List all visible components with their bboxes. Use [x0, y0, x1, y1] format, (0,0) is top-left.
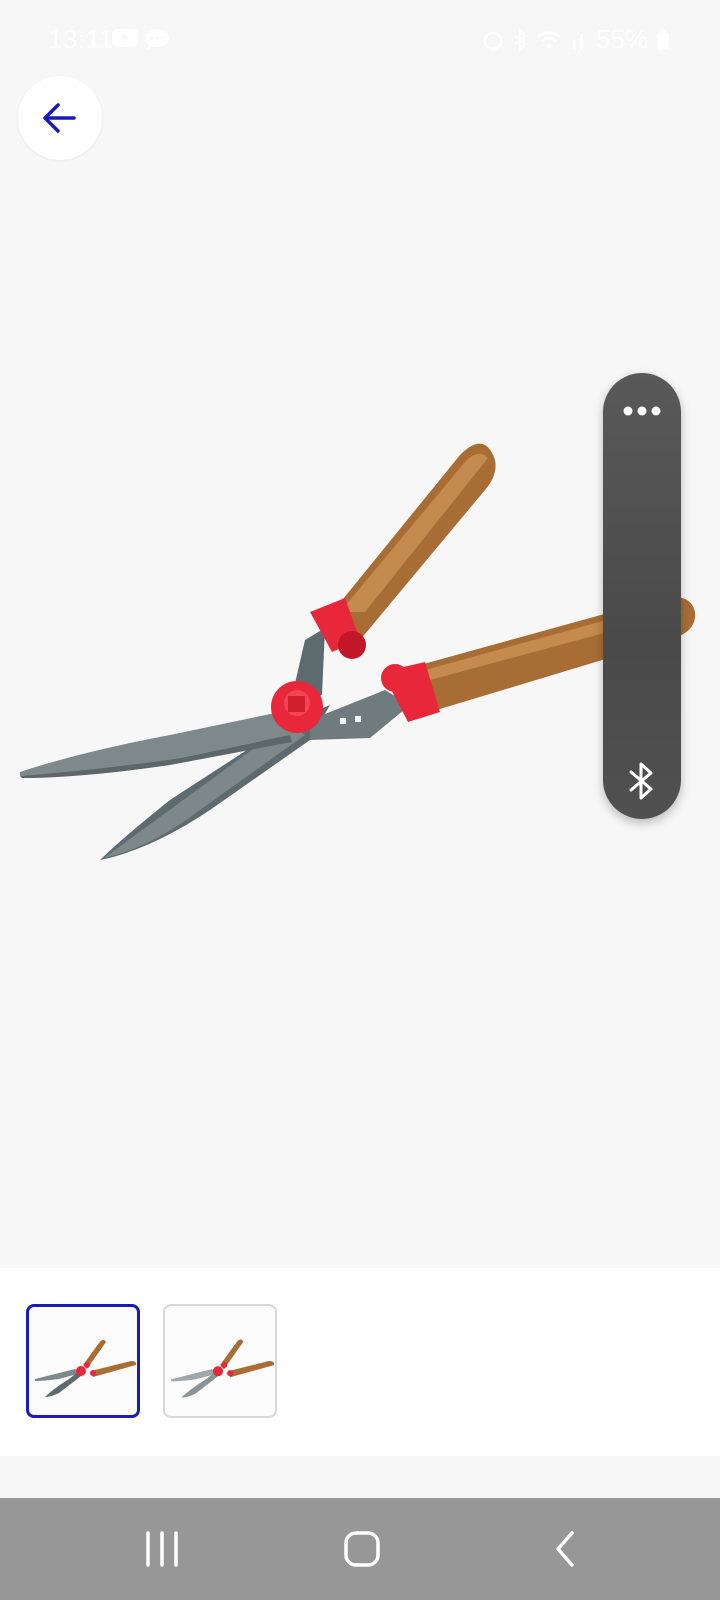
- hedge-shears-thumbnail: [35, 1339, 137, 1397]
- status-notification-icons: [112, 28, 170, 50]
- status-bar: 13:11 55%: [0, 0, 720, 80]
- hedge-shears-thumbnail: [171, 1339, 275, 1398]
- navigation-bar: [0, 1498, 720, 1600]
- wifi-icon: [537, 30, 561, 48]
- back-button[interactable]: [18, 76, 102, 160]
- status-time: 13:11: [48, 24, 114, 54]
- bluetooth-icon: [629, 762, 653, 800]
- home-icon: [344, 1531, 380, 1567]
- alarm-icon: [483, 31, 503, 50]
- recents-icon: [146, 1531, 178, 1567]
- back-arrow-icon: [43, 103, 76, 133]
- home-button[interactable]: [327, 1522, 397, 1576]
- recents-button[interactable]: [127, 1522, 197, 1576]
- youtube-icon: [112, 29, 138, 47]
- nav-back-button[interactable]: [530, 1522, 600, 1576]
- bluetooth-icon: [513, 28, 527, 51]
- panel-bluetooth-button[interactable]: [603, 759, 681, 803]
- status-system-icons: 55%: [482, 24, 670, 55]
- thumbnail-unselected[interactable]: [163, 1304, 277, 1418]
- more-dots-icon: [623, 406, 661, 416]
- signal-icon: [572, 33, 583, 50]
- thumbnail-strip: [0, 1268, 720, 1456]
- battery-percent: 55%: [595, 24, 648, 54]
- back-icon: [556, 1531, 574, 1567]
- battery-icon: [657, 29, 669, 50]
- floating-side-panel[interactable]: [603, 373, 681, 819]
- panel-more-button[interactable]: [603, 391, 681, 431]
- chat-bubble-icon: [145, 29, 169, 50]
- thumbnail-selected[interactable]: [26, 1304, 140, 1418]
